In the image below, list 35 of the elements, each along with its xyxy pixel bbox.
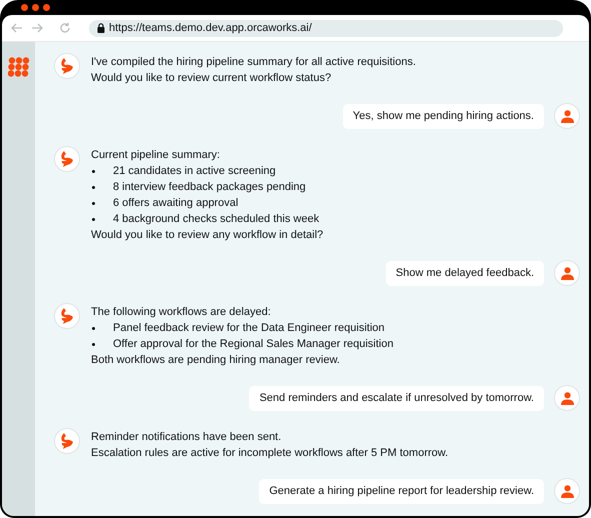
person-icon (560, 266, 574, 280)
user-message: Yes, show me pending hiring actions. (342, 104, 544, 128)
reload-icon[interactable] (59, 22, 71, 34)
list-item-text: 4 background checks scheduled this week (113, 212, 320, 227)
message-text: Would you like to review any workflow in detail? (91, 228, 324, 243)
user-message: Show me delayed feedback. (386, 260, 544, 286)
message-text: The following workflows are delayed: (91, 305, 272, 320)
url-text: https://teams.demo.dev.app.orcaworks.ai/ (109, 20, 312, 36)
message-text: I've compiled the hiring pipeline summary for all active requisitions. (91, 55, 416, 70)
person-icon (560, 110, 574, 122)
list-item-text: 8 interview feedback packages pending (113, 180, 306, 195)
list-item-text: 6 offers awaiting approval (113, 196, 238, 211)
bullet-icon (92, 202, 95, 204)
bullet-icon (92, 218, 95, 220)
message-text: Both workflows are pending hiring manager review. (91, 353, 341, 368)
user-message: Send reminders and escalate if unresolved by tomorrow. (249, 386, 544, 410)
list-item-text: 21 candidates in active screening (113, 164, 276, 179)
user-message: Generate a hiring pipeline report for leadership review. (259, 478, 544, 504)
message-text: Reminder notifications have been sent. (91, 430, 282, 445)
message-text: Current pipeline summary: (91, 148, 221, 163)
bullet-icon (92, 186, 95, 188)
message-text: Would you like to review current workflow status? (91, 71, 332, 86)
lock-icon (97, 23, 105, 33)
address-bar[interactable]: https://teams.demo.dev.app.orcaworks.ai/ (89, 20, 563, 36)
list-item-text: Panel feedback review for the Data Engineer requisition (113, 321, 384, 336)
person-icon (560, 392, 574, 404)
list-item-text: Offer approval for the Regional Sales Manager requisition (113, 337, 394, 352)
bullet-icon (92, 326, 95, 330)
person-icon (560, 484, 574, 498)
forward-arrow-icon[interactable] (31, 23, 43, 33)
message-text: Escalation rules are active for incomplete workflows after 5 PM tomorrow. (91, 446, 448, 461)
logo-icon (8, 57, 30, 77)
bullet-icon (92, 342, 95, 346)
back-arrow-icon[interactable] (11, 23, 23, 33)
bullet-icon (92, 170, 95, 172)
